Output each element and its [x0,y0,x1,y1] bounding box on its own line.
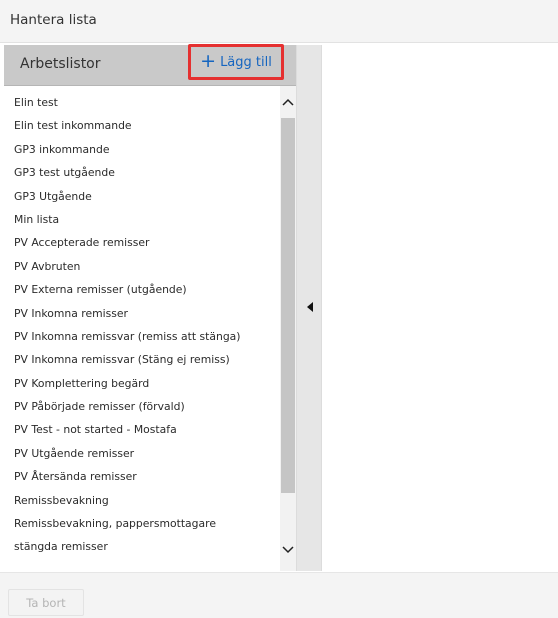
list-item[interactable]: PV Test - not started - Mostafa [14,418,279,441]
worklists-heading: Arbetslistor [20,56,101,72]
panel-splitter[interactable] [296,45,322,571]
collapse-left-arrow-icon[interactable] [305,300,315,314]
add-button-label: Lägg till [220,54,272,70]
detail-pane [322,45,558,571]
dialog-header: Hantera lista [0,0,558,43]
list-item[interactable]: GP3 test utgående [14,161,279,184]
list-item[interactable]: PV Externa remisser (utgående) [14,278,279,301]
list-item[interactable]: PV Inkomna remissvar (remiss att stänga) [14,325,279,348]
add-button[interactable]: + Lägg till [188,44,284,80]
delete-button[interactable]: Ta bort [8,589,84,616]
list-item[interactable]: Min lista [14,208,279,231]
list-item[interactable]: Remissbevakning [14,489,279,512]
scroll-down-chevron-icon[interactable] [280,538,296,562]
list-item[interactable]: PV Utgående remisser [14,442,279,465]
list-item[interactable]: PV Accepterade remisser [14,231,279,254]
list-item[interactable]: GP3 Utgående [14,185,279,208]
worklists-list: Elin test Elin test inkommande GP3 inkomma… [14,91,279,559]
list-item[interactable]: PV Inkomna remisser [14,302,279,325]
list-scrollbar[interactable] [280,86,296,571]
worklists-list-container: Elin test Elin test inkommande GP3 inkomma… [4,86,296,571]
list-item[interactable]: Elin test inkommande [14,114,279,137]
list-item[interactable]: PV Återsända remisser [14,465,279,488]
scroll-up-chevron-icon[interactable] [280,90,296,114]
list-item[interactable]: PV Inkomna remissvar (Stäng ej remiss) [14,348,279,371]
list-item[interactable]: PV Komplettering begärd [14,372,279,395]
dialog-footer: Ta bort [0,572,558,618]
list-item[interactable]: stängda remisser [14,535,279,558]
scrollbar-thumb[interactable] [281,118,295,493]
dialog-title: Hantera lista [10,12,97,28]
plus-icon: + [200,49,217,72]
list-item[interactable]: PV Påbörjade remisser (förvald) [14,395,279,418]
list-item[interactable]: GP3 inkommande [14,138,279,161]
list-item[interactable]: Elin test [14,91,279,114]
list-item[interactable]: PV Avbruten [14,255,279,278]
list-item[interactable]: Remissbevakning, pappersmottagare [14,512,279,535]
